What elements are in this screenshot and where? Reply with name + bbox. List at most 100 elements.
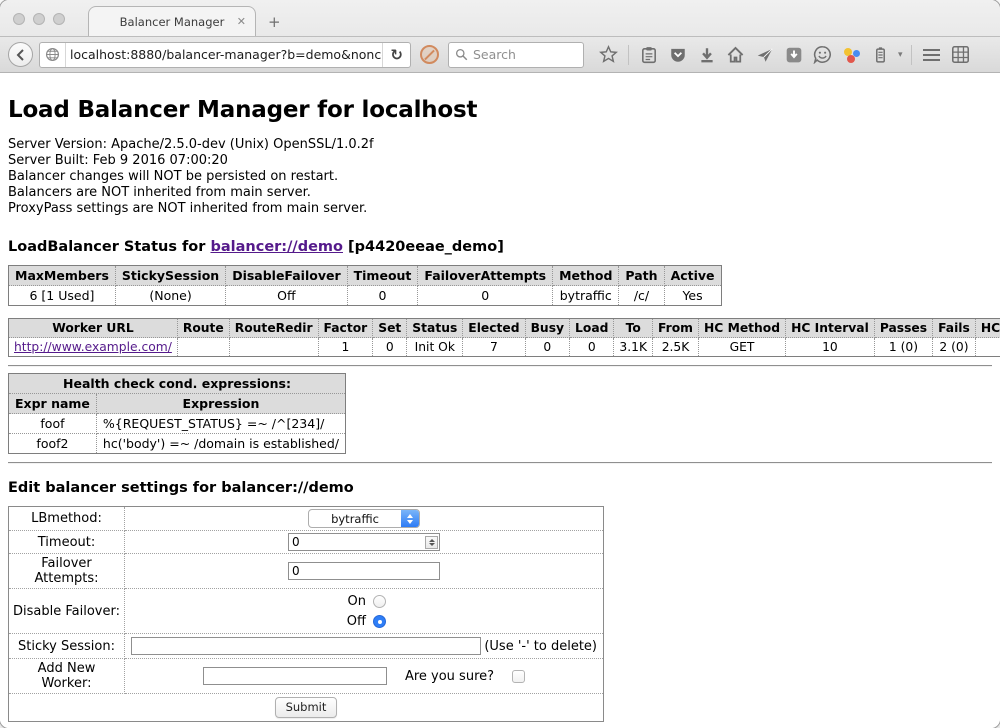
table-cell	[229, 338, 318, 357]
sticky-session-input[interactable]	[131, 637, 481, 655]
table-cell: 7	[463, 338, 525, 357]
home-button[interactable]	[723, 42, 748, 67]
extension-colordots-button[interactable]	[839, 42, 864, 67]
table-cell: 2 (0)	[933, 338, 976, 357]
sticky-session-label: Sticky Session:	[9, 634, 125, 659]
failover-attempts-input[interactable]	[288, 562, 440, 580]
column-header: Elected	[463, 319, 525, 338]
tab-bar: Balancer Manager ✕ +	[0, 0, 1000, 36]
timeout-label: Timeout:	[9, 531, 125, 554]
disable-failover-label: Disable Failover:	[9, 589, 125, 634]
radio-on-label: On	[342, 594, 366, 609]
table-cell: 0	[347, 286, 418, 306]
edit-balancer-form: LBmethod: bytraffic Timeout:	[8, 506, 604, 722]
pocket-button[interactable]	[665, 42, 690, 67]
bookmark-star-button[interactable]	[596, 42, 621, 67]
toolbar-icons: ▾	[596, 42, 973, 67]
send-tab-button[interactable]	[752, 42, 777, 67]
loadbalancer-status-heading: LoadBalancer Status for balancer://demo …	[8, 239, 992, 255]
table-cell: 6 [1 Used]	[9, 286, 116, 306]
column-header: Expression	[96, 394, 345, 414]
column-header: RouteRedir	[229, 319, 318, 338]
reload-button[interactable]: ↻	[382, 43, 410, 67]
column-header: StickySession	[115, 266, 225, 286]
reading-list-button[interactable]	[636, 42, 661, 67]
table-cell: 3.1K	[614, 338, 653, 357]
server-info: Server Version: Apache/2.5.0-dev (Unix) …	[8, 137, 992, 217]
failover-attempts-label: Failover Attempts:	[9, 554, 125, 589]
column-header: HC Interval	[786, 319, 875, 338]
table-cell: GET	[699, 338, 786, 357]
server-built-line: Server Built: Feb 9 2016 07:00:20	[8, 153, 992, 169]
feedback-smiley-button[interactable]	[810, 42, 835, 67]
column-header: Status	[407, 319, 463, 338]
column-header: Expr name	[9, 394, 97, 414]
timeout-input[interactable]	[288, 533, 440, 551]
radio-off-label: Off	[342, 614, 366, 629]
balancer-demo-link[interactable]: balancer://demo	[210, 239, 343, 255]
are-you-sure-checkbox[interactable]	[512, 670, 525, 683]
column-header: Timeout	[347, 266, 418, 286]
lbmethod-select[interactable]: bytraffic	[308, 509, 420, 528]
column-header: Active	[664, 266, 721, 286]
table-cell	[177, 338, 229, 357]
downloads-button[interactable]	[694, 42, 719, 67]
table-cell	[975, 338, 1000, 357]
sticky-session-row: Sticky Session: (Use '-' to delete)	[9, 634, 604, 659]
table-cell: (None)	[115, 286, 225, 306]
column-header: Passes	[874, 319, 932, 338]
back-button[interactable]	[8, 42, 33, 67]
column-header: Fails	[933, 319, 976, 338]
tab-close-icon[interactable]: ✕	[237, 15, 246, 28]
worker-url-link[interactable]: http://www.example.com/	[14, 340, 172, 354]
url-bar[interactable]: localhost:8880/balancer-manager?b=demo&n…	[39, 42, 411, 68]
table-cell: 0	[525, 338, 569, 357]
table-cell: hc('body') =~ /domain is established/	[96, 434, 345, 454]
menu-hamburger-button[interactable]	[919, 42, 944, 67]
table-cell: http://www.example.com/	[9, 338, 178, 357]
add-worker-input[interactable]	[203, 667, 387, 685]
table-cell: 0	[373, 338, 407, 357]
content-blocked-icon[interactable]	[420, 45, 439, 64]
zoom-window-button[interactable]	[53, 13, 65, 25]
search-placeholder: Search	[473, 47, 516, 62]
persist-warning-line: Balancer changes will NOT be persisted o…	[8, 169, 992, 185]
tab-title: Balancer Manager	[120, 15, 225, 29]
column-header: HC Method	[699, 319, 786, 338]
battery-status-button[interactable]	[868, 42, 893, 67]
divider	[8, 462, 992, 464]
close-window-button[interactable]	[13, 13, 25, 25]
table-cell: 2.5K	[653, 338, 699, 357]
table-cell: 1 (0)	[874, 338, 932, 357]
select-stepper-icon	[401, 510, 419, 527]
tab-balancer-manager[interactable]: Balancer Manager ✕	[88, 6, 256, 36]
submit-button[interactable]: Submit	[275, 697, 338, 718]
toolbar-separator	[628, 45, 629, 65]
table-cell: 0	[570, 338, 614, 357]
disable-failover-off-radio[interactable]	[373, 615, 386, 628]
table-cell: 0	[418, 286, 553, 306]
table-cell: foof	[9, 414, 97, 434]
new-tab-button[interactable]: +	[256, 13, 293, 36]
column-header: Path	[619, 266, 664, 286]
column-header: From	[653, 319, 699, 338]
tile-grid-button[interactable]	[948, 42, 973, 67]
site-identity[interactable]	[40, 43, 66, 67]
number-spinner-icon[interactable]	[425, 536, 438, 549]
column-header: Set	[373, 319, 407, 338]
disable-failover-on-radio[interactable]	[373, 595, 386, 608]
inherit-warning-line: Balancers are NOT inherited from main se…	[8, 185, 992, 201]
url-text[interactable]: localhost:8880/balancer-manager?b=demo&n…	[66, 47, 382, 62]
search-bar[interactable]: Search	[448, 42, 584, 68]
download-panel-button[interactable]	[781, 42, 806, 67]
globe-icon	[45, 47, 60, 62]
table-row: foof%{REQUEST_STATUS} =~ /^[234]/	[9, 414, 346, 434]
table-row: http://www.example.com/10Init Ok7003.1K2…	[9, 338, 1000, 357]
column-header: To	[614, 319, 653, 338]
back-arrow-icon	[15, 49, 27, 61]
overflow-caret-icon[interactable]: ▾	[897, 50, 904, 60]
table-cell: 10	[786, 338, 875, 357]
submit-row: Submit	[9, 694, 604, 722]
minimize-window-button[interactable]	[33, 13, 45, 25]
table-cell: %{REQUEST_STATUS} =~ /^[234]/	[96, 414, 345, 434]
